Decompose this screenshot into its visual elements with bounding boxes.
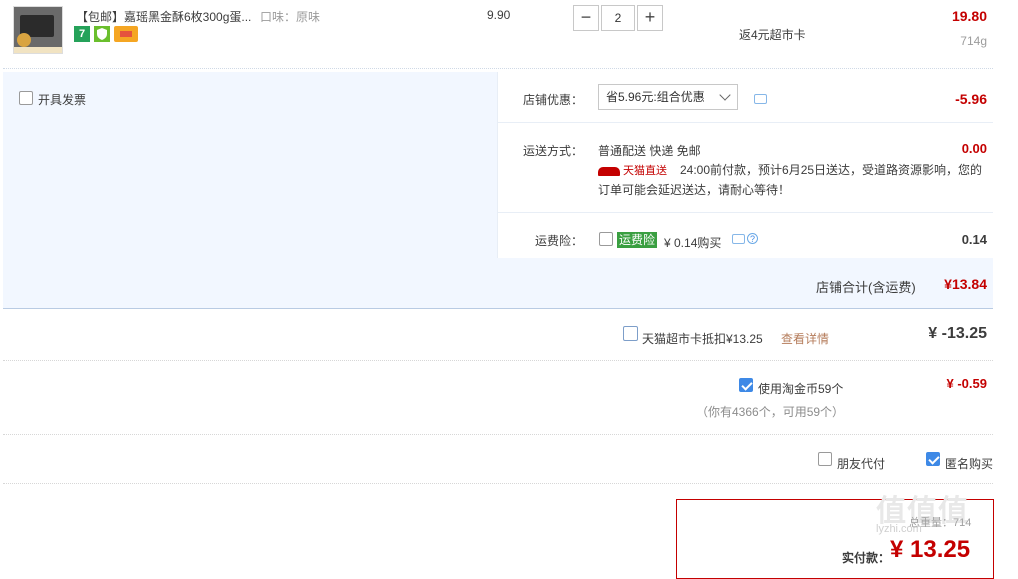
- insurance-price: ¥ 0.14购买: [664, 236, 722, 250]
- unit-price: 9.90: [487, 8, 511, 22]
- shipping-method: 普通配送 快递 免邮: [598, 144, 701, 158]
- divider: [3, 434, 993, 435]
- seven-day-return-icon: 7: [74, 26, 90, 42]
- divider: [497, 212, 993, 213]
- card-details-link[interactable]: 查看详情: [781, 330, 829, 347]
- insurance-tag: 运费险: [617, 232, 658, 248]
- product-image-mooncake: [17, 33, 31, 47]
- chevron-down-icon: [719, 89, 731, 101]
- anonymous-checkbox[interactable]: [926, 452, 940, 466]
- divider: [3, 68, 993, 69]
- coins-amount: ¥ -0.59: [946, 376, 987, 391]
- discount-select-value: 省5.96元:组合优惠: [606, 90, 705, 104]
- supermarket-card-checkbox[interactable]: [623, 326, 638, 341]
- divider: [3, 483, 993, 484]
- guarantee-shield-icon: [94, 26, 110, 42]
- help-question-icon[interactable]: ?: [747, 233, 758, 244]
- item-subtotal: 19.80: [951, 8, 987, 24]
- coins-checkbox[interactable]: [739, 378, 753, 392]
- divider: [497, 122, 993, 123]
- anonymous-label: 匿名购买: [945, 457, 994, 471]
- rebate-text: 返4元超市卡: [739, 28, 806, 42]
- qty-decrease-button[interactable]: −: [573, 5, 599, 31]
- discount-amount: -5.96: [955, 91, 987, 107]
- card-deduction-label: 天猫超市卡抵扣¥13.25: [642, 332, 763, 346]
- friend-pay-label: 朋友代付: [837, 457, 886, 471]
- product-title[interactable]: 【包邮】嘉瑶黑金酥6枚300g蛋...: [76, 8, 251, 25]
- shipping-note-line2: 订单可能会延迟送达，请耐心等待！: [598, 183, 791, 197]
- insurance-checkbox[interactable]: [599, 232, 613, 246]
- coins-note: （你有4366个，可用59个）: [696, 405, 845, 419]
- paid-amount: ¥ 13.25: [890, 536, 971, 563]
- invoice-checkbox[interactable]: [19, 91, 33, 105]
- paid-label: 实付款：: [842, 551, 891, 565]
- coins-label: 使用淘金币59个: [758, 382, 844, 396]
- quantity-stepper: − 2 +: [573, 5, 663, 31]
- shop-total-label: 店铺合计(含运费): [816, 280, 916, 295]
- card-deduction-amount: ¥ -13.25: [928, 325, 987, 342]
- friend-pay-checkbox[interactable]: [818, 452, 832, 466]
- discount-label: 店铺优惠：: [523, 93, 584, 107]
- supermarket-card-icon: [114, 26, 138, 42]
- insurance-label: 运费险：: [535, 234, 584, 248]
- shop-total: ¥13.84: [944, 276, 987, 292]
- item-weight: 714g: [960, 34, 987, 48]
- shipping-label: 运送方式：: [523, 144, 584, 158]
- divider: [3, 360, 993, 361]
- tmall-direct-text: 天猫直送: [623, 165, 667, 177]
- shipping-amount: 0.00: [961, 141, 987, 156]
- qty-increase-button[interactable]: +: [637, 5, 663, 31]
- discount-select[interactable]: 省5.96元:组合优惠: [598, 84, 738, 110]
- product-spec: 口味：原味: [260, 10, 321, 24]
- chat-icon[interactable]: [732, 234, 745, 244]
- tmall-cat-icon: [598, 166, 620, 176]
- total-weight: 总重量：714: [909, 517, 972, 529]
- insurance-amount: 0.14: [961, 232, 987, 247]
- tmall-direct-badge: 天猫直送: [598, 162, 667, 178]
- product-image-band: [14, 47, 62, 53]
- invoice-label: 开具发票: [38, 93, 87, 107]
- qty-input[interactable]: 2: [601, 5, 635, 31]
- chat-icon[interactable]: [754, 94, 767, 104]
- shipping-note-line1: 24:00前付款，预计6月25日送达，受道路资源影响，您的: [680, 163, 983, 177]
- product-thumbnail[interactable]: [13, 6, 63, 54]
